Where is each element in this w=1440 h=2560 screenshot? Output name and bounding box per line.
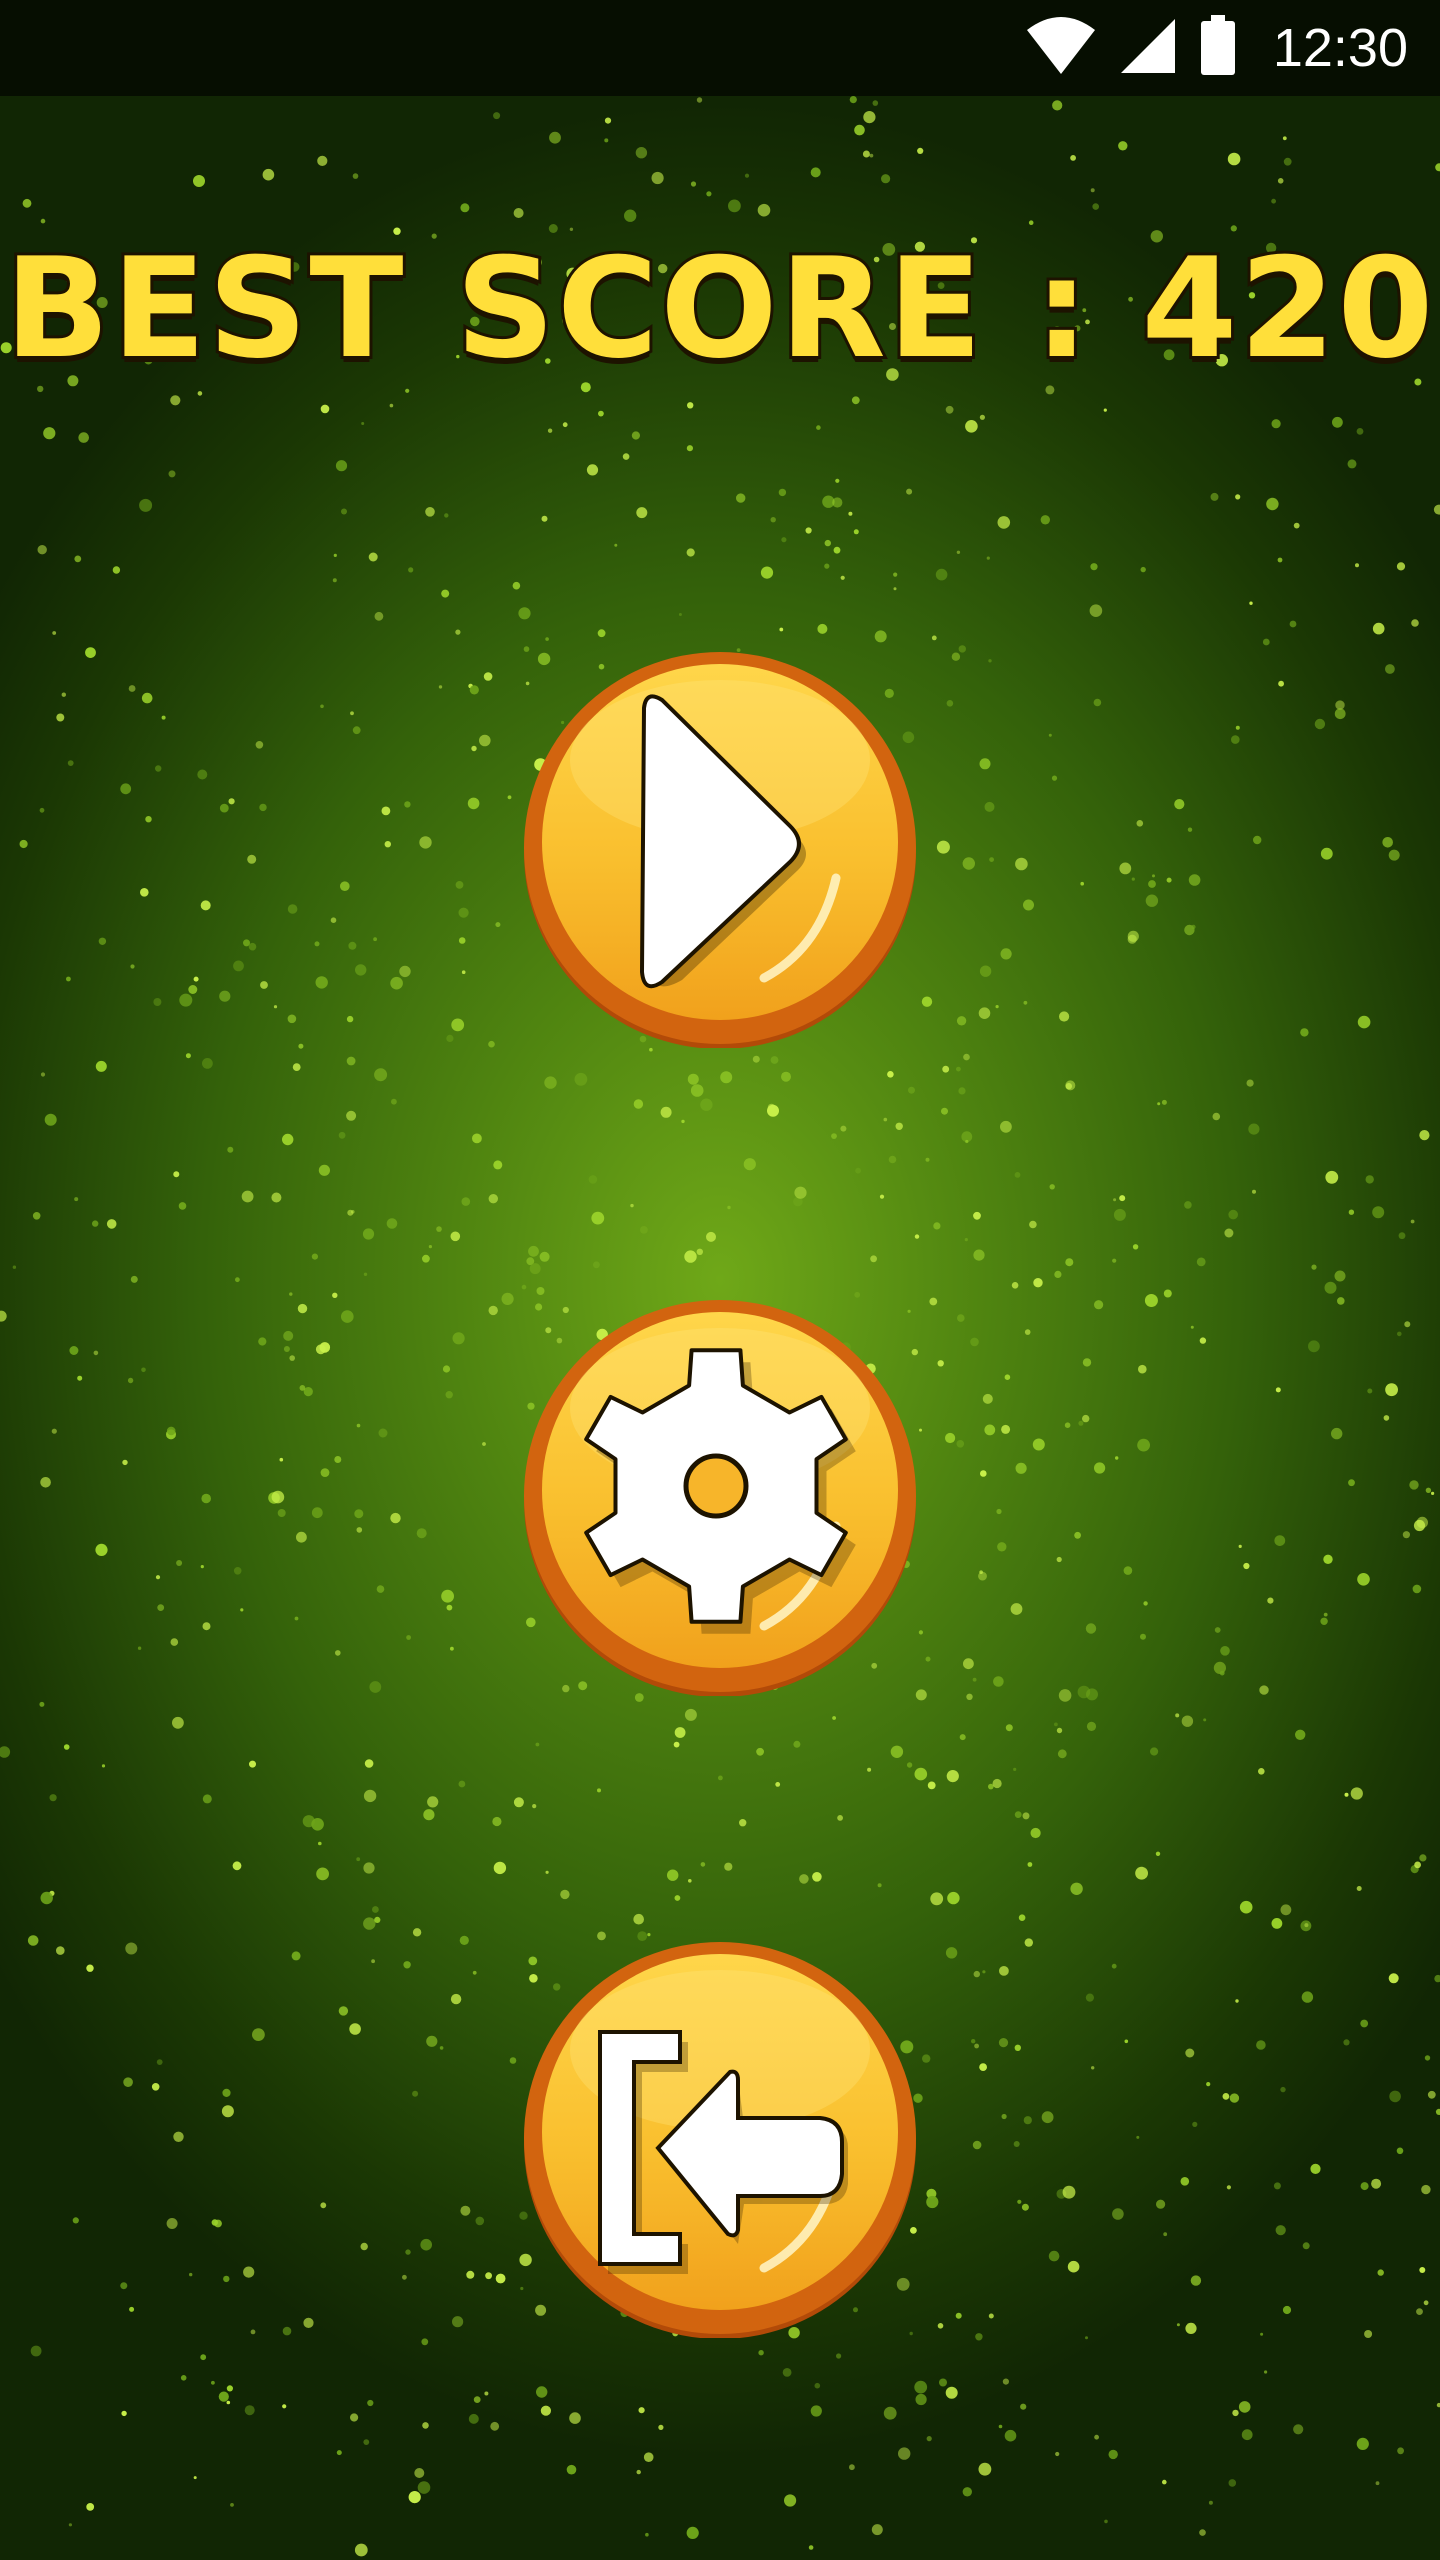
settings-button[interactable] bbox=[520, 1296, 920, 1696]
battery-icon bbox=[1199, 15, 1237, 81]
cellular-signal-icon bbox=[1119, 17, 1177, 79]
wifi-icon bbox=[1025, 16, 1097, 80]
status-time: 12:30 bbox=[1272, 18, 1408, 78]
best-score-title: BEST SCORE : 420 bbox=[2, 225, 1437, 392]
play-button[interactable] bbox=[520, 648, 920, 1048]
status-bar: 12:30 bbox=[0, 0, 1440, 96]
exit-button[interactable] bbox=[520, 1938, 920, 2338]
status-icons: 12:30 bbox=[1025, 0, 1408, 96]
